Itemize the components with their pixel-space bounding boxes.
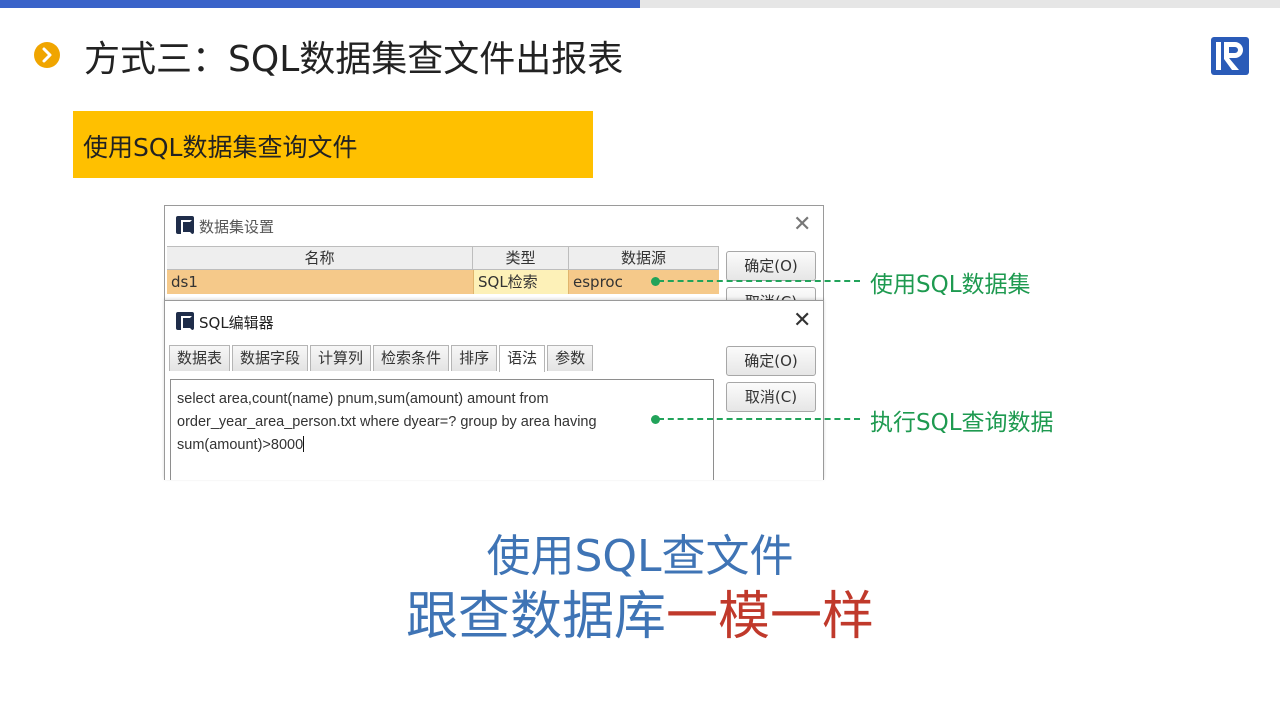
caption-line-2: 跟查数据库一模一样 <box>0 574 1280 649</box>
cancel-button[interactable]: 取消(C) <box>726 382 816 412</box>
close-icon[interactable]: ✕ <box>793 214 811 236</box>
column-header-source[interactable]: 数据源 <box>569 246 719 270</box>
editor-tabs: 数据表 数据字段 计算列 检索条件 排序 语法 参数 <box>169 345 595 372</box>
banner-text: 使用SQL数据集查询文件 <box>83 133 358 162</box>
ok-button[interactable]: 确定(O) <box>726 346 816 376</box>
caption-part-blue: 跟查数据库 <box>405 587 666 647</box>
sql-line: sum(amount)>8000 <box>177 437 304 453</box>
sql-editor-window: SQL编辑器 ✕ 数据表 数据字段 计算列 检索条件 排序 语法 参数 sele… <box>164 300 824 480</box>
sql-line: select area,count(name) pnum,sum(amount)… <box>177 391 549 407</box>
dataset-table: 名称 类型 数据源 ds1 SQL检索 esproc <box>167 246 719 294</box>
column-header-name[interactable]: 名称 <box>167 246 473 270</box>
close-icon[interactable]: ✕ <box>793 310 811 332</box>
tab-conditions[interactable]: 检索条件 <box>373 345 450 371</box>
cell-source[interactable]: esproc <box>569 270 719 294</box>
top-accent-bar <box>0 0 640 8</box>
dataset-settings-window: 数据集设置 ✕ 名称 类型 数据源 ds1 SQL检索 esproc 确定(O)… <box>164 205 824 305</box>
ok-button[interactable]: 确定(O) <box>726 251 816 281</box>
chevron-right-icon <box>34 42 60 68</box>
app-icon <box>176 312 194 330</box>
sql-line: order_year_area_person.txt where dyear=?… <box>177 414 597 430</box>
top-gray-bar <box>640 0 1280 8</box>
annotation-line <box>658 280 860 282</box>
tab-sort[interactable]: 排序 <box>451 345 498 371</box>
cell-name[interactable]: ds1 <box>167 270 473 294</box>
window-title: SQL编辑器 <box>199 314 274 332</box>
cell-type[interactable]: SQL检索 <box>473 270 569 294</box>
table-header: 名称 类型 数据源 <box>167 246 719 270</box>
tab-tables[interactable]: 数据表 <box>169 345 231 371</box>
annotation-query: 执行SQL查询数据 <box>870 410 1054 436</box>
brand-logo-icon <box>1210 36 1250 76</box>
tab-syntax[interactable]: 语法 <box>499 345 546 372</box>
tab-fields[interactable]: 数据字段 <box>232 345 309 371</box>
app-icon <box>176 216 194 234</box>
section-banner: 使用SQL数据集查询文件 <box>73 111 593 178</box>
slide-title: 方式三：SQL数据集查文件出报表 <box>84 39 624 80</box>
annotation-dataset: 使用SQL数据集 <box>870 272 1031 298</box>
tab-parameters[interactable]: 参数 <box>547 345 594 371</box>
text-cursor <box>303 436 305 452</box>
table-row[interactable]: ds1 SQL检索 esproc <box>167 270 719 294</box>
column-header-type[interactable]: 类型 <box>473 246 569 270</box>
tab-computed-columns[interactable]: 计算列 <box>310 345 372 371</box>
annotation-line <box>658 418 860 420</box>
sql-textarea[interactable]: select area,count(name) pnum,sum(amount)… <box>170 379 714 480</box>
caption-part-red: 一模一样 <box>666 587 875 647</box>
window-title: 数据集设置 <box>199 218 275 236</box>
